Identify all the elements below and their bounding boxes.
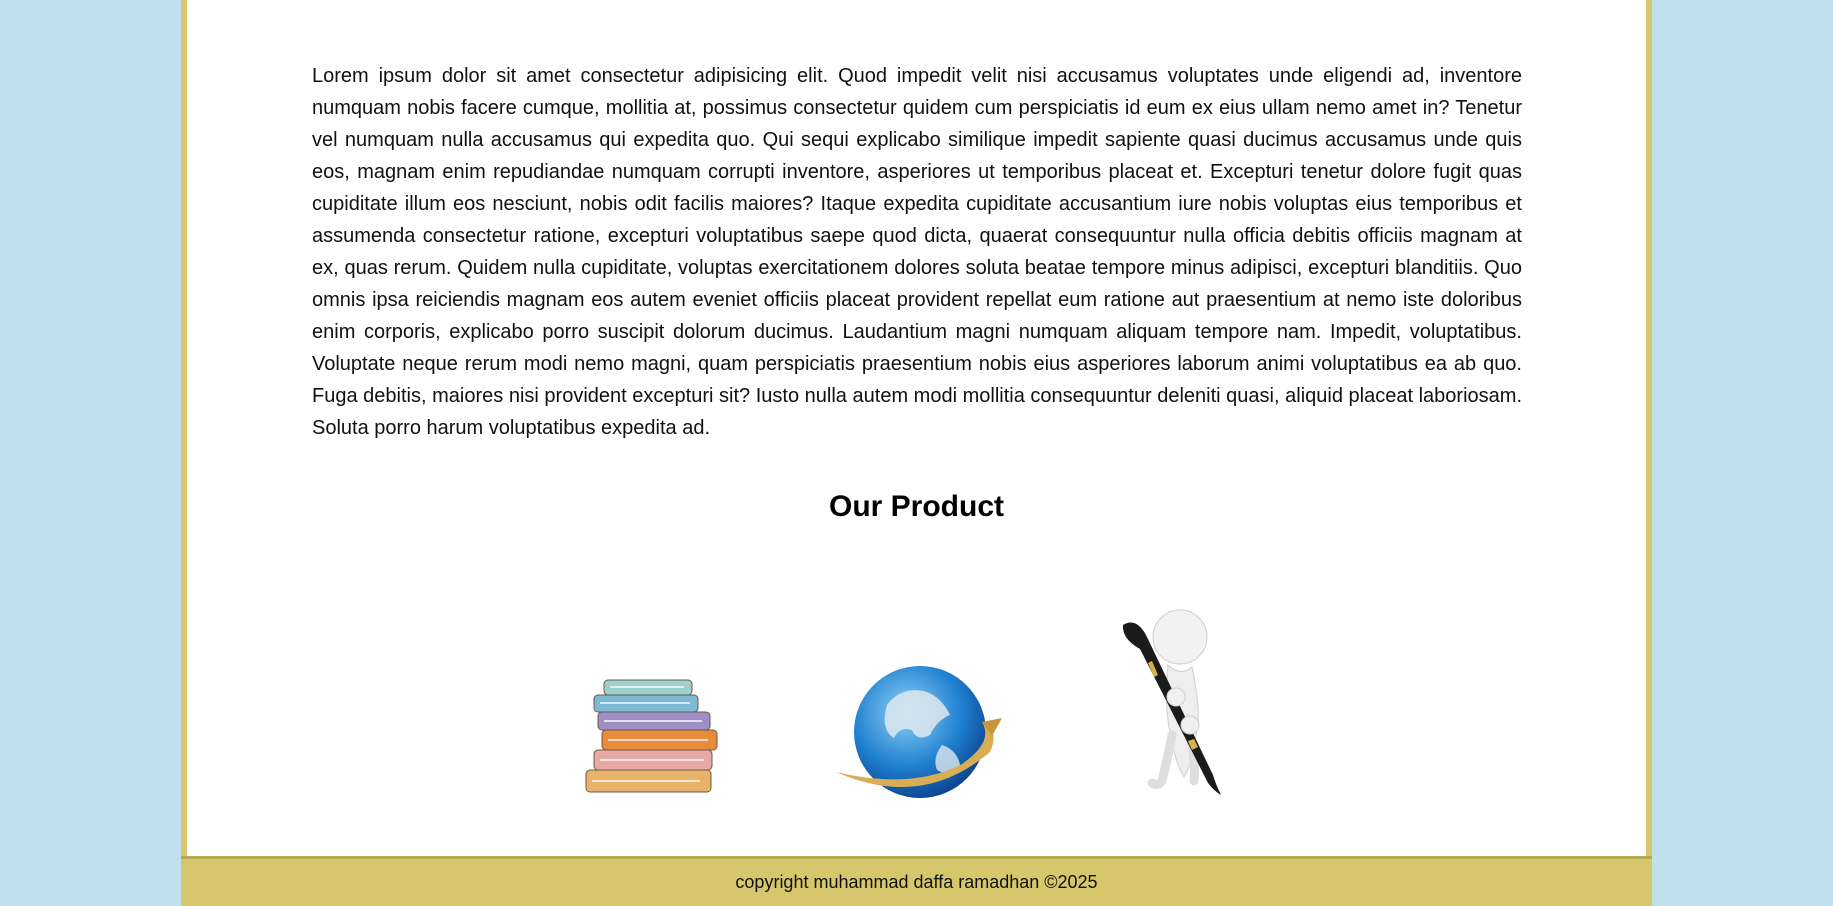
footer-divider xyxy=(181,856,1652,859)
books-stack-icon xyxy=(580,666,720,798)
copyright-text: copyright muhammad daffa ramadhan ©2025 xyxy=(735,872,1098,892)
product-gallery xyxy=(0,600,1833,810)
article-paragraph: Lorem ipsum dolor sit amet consectetur a… xyxy=(312,65,1522,439)
globe-icon xyxy=(832,660,1007,805)
products-heading: Our Product xyxy=(828,490,1004,523)
figure-with-pen-icon xyxy=(1118,605,1248,805)
